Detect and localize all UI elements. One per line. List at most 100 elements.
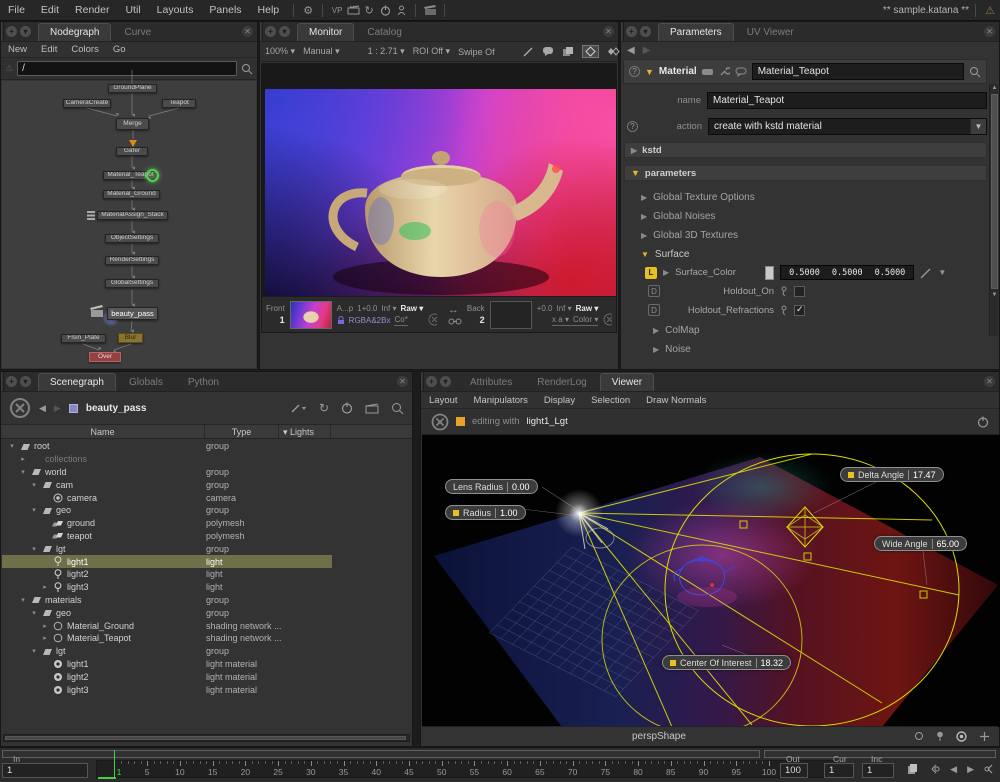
no-render-icon[interactable] <box>431 413 449 431</box>
scenegraph-row-geo[interactable]: ▾geogroup <box>2 504 411 517</box>
expand-arrow-icon[interactable]: ▾ <box>8 442 16 450</box>
dropdown-arrow-icon[interactable]: ▼ <box>938 268 946 277</box>
scenegraph-row-lgt[interactable]: ▾lgtgroup <box>2 645 411 658</box>
power-icon[interactable] <box>341 402 353 414</box>
hud-lens-radius[interactable]: Lens Radius0.00 <box>445 479 538 494</box>
scenegraph-row-light3[interactable]: light3light material <box>2 683 411 696</box>
param-group-global-texture-options[interactable]: ▶Global Texture Options <box>641 190 755 204</box>
hud-radius[interactable]: Radius1.00 <box>445 505 526 520</box>
plus-icon[interactable] <box>979 731 990 742</box>
expand-arrow-icon[interactable]: ▾ <box>30 609 38 617</box>
refresh-icon[interactable]: ↻ <box>319 401 329 415</box>
pen-icon[interactable] <box>523 46 534 57</box>
viewer-menu-manipulators[interactable]: Manipulators <box>466 395 536 406</box>
scrollbar-thumb[interactable] <box>991 94 998 289</box>
diamond-icon[interactable] <box>582 45 599 58</box>
scenegraph-row-light2[interactable]: light2light <box>2 568 411 581</box>
action-dropdown[interactable]: create with kstd material ▼ <box>708 118 987 135</box>
layers-icon[interactable] <box>562 46 574 57</box>
front-exposure[interactable]: 1+0.0 <box>357 304 377 313</box>
holdout-refractions-checkbox[interactable] <box>794 305 805 316</box>
pane-menu-icon[interactable]: ▾ <box>279 26 290 37</box>
node-objectsettings[interactable]: ObjectSettings <box>105 234 159 243</box>
slate-icon[interactable] <box>345 5 361 15</box>
column-type[interactable]: Type <box>205 425 279 438</box>
prev-key-icon[interactable] <box>928 763 940 775</box>
default-badge[interactable]: D <box>648 285 660 297</box>
expand-arrow-icon[interactable]: ▸ <box>41 622 49 630</box>
scrollbar[interactable]: ▲ ▼ <box>989 84 998 336</box>
node-flsin-plate[interactable]: Flsin_Plate <box>61 334 106 343</box>
material-header[interactable]: ? ▼ Material <box>623 59 987 84</box>
menu-file[interactable]: File <box>0 4 33 16</box>
comment-icon[interactable] <box>542 46 554 57</box>
node-cameracreate[interactable]: CameraCreate <box>63 99 111 108</box>
scroll-down-icon[interactable]: ▼ <box>990 292 999 298</box>
pane-grip[interactable] <box>621 22 624 41</box>
swipe-toggle[interactable]: Swipe Of <box>458 47 495 57</box>
aperture-icon[interactable] <box>956 731 967 742</box>
scenegraph-tab-python[interactable]: Python <box>176 373 231 391</box>
swap-icon[interactable]: ↔ <box>448 304 462 316</box>
back-arrow-icon[interactable]: ◀ <box>627 45 635 56</box>
back-exposure[interactable]: +0.0 <box>537 304 553 313</box>
power-icon[interactable] <box>377 5 393 16</box>
next-key-icon[interactable] <box>984 763 996 775</box>
clear-back-icon[interactable] <box>603 313 612 326</box>
scenegraph-row-material-ground[interactable]: ▸Material_Groundshading network ... <box>2 619 411 632</box>
in-field[interactable]: 1 <box>2 763 88 778</box>
viewer-tab-renderlog[interactable]: RenderLog <box>525 373 598 391</box>
node-materialassign-stack[interactable]: MaterialAssign_Stack <box>97 211 168 220</box>
node-globalsettings[interactable]: GlobalSettings <box>105 279 159 288</box>
pane-add-icon[interactable]: + <box>426 376 437 387</box>
horizontal-scrollbar[interactable] <box>3 734 410 742</box>
pane-add-icon[interactable]: + <box>265 26 276 37</box>
expand-arrow-icon[interactable]: ▾ <box>30 481 38 489</box>
monitor-tab-catalog[interactable]: Catalog <box>355 23 413 41</box>
name-input[interactable] <box>707 92 987 109</box>
expanded-arrow-icon[interactable]: ▼ <box>631 168 640 178</box>
close-icon[interactable]: ✕ <box>603 26 614 37</box>
viewport[interactable]: Lens Radius0.00Radius1.00Delta Angle17.4… <box>422 435 1000 727</box>
scenegraph-tab-scenegraph[interactable]: Scenegraph <box>38 373 116 391</box>
expand-arrow-icon[interactable]: ▸ <box>41 634 49 642</box>
scenegraph-row-root[interactable]: ▾rootgroup <box>2 440 411 453</box>
circle-icon[interactable] <box>914 731 924 741</box>
expand-arrow-icon[interactable]: ▼ <box>645 67 654 77</box>
color-values[interactable]: 0.5000 0.5000 0.5000 <box>780 265 914 280</box>
timeline-ruler[interactable]: 5101520253035404550556065707580859095100… <box>96 760 836 778</box>
menu-util[interactable]: Util <box>117 4 148 16</box>
clapper-icon[interactable] <box>422 5 438 16</box>
tag-icon[interactable] <box>702 68 714 76</box>
state-icon[interactable] <box>780 286 788 297</box>
update-mode-select[interactable]: Manual ▾ <box>303 46 340 57</box>
double-diamond-icon[interactable] <box>607 46 620 57</box>
front-range-select[interactable]: Inf ▾ <box>381 304 396 313</box>
monitor-view[interactable]: Front 1 A...p 1+0.0 Inf ▾ Raw ▾ RGBA&2Bx… <box>261 63 617 333</box>
parameters-tab-uv-viewer[interactable]: UV Viewer <box>735 23 806 41</box>
back-channel-select[interactable]: x a ▾ <box>552 315 569 324</box>
inc-field[interactable]: 1 <box>862 763 894 778</box>
next-frame-icon[interactable]: ▶ <box>967 764 974 775</box>
front-name[interactable]: A...p <box>337 304 353 313</box>
rendered-image[interactable] <box>265 89 616 331</box>
eyedropper-icon[interactable] <box>920 267 932 279</box>
collapsed-arrow-icon[interactable]: ▶ <box>663 268 669 277</box>
scenegraph-row-light1[interactable]: light1light <box>2 555 332 568</box>
pane-grip[interactable] <box>260 22 263 41</box>
scenegraph-row-collections[interactable]: ▸collections <box>2 453 411 466</box>
link-icon[interactable] <box>448 318 462 325</box>
scenegraph-row-cam[interactable]: ▾camgroup <box>2 478 411 491</box>
person-icon[interactable] <box>393 5 409 16</box>
expand-arrow-icon[interactable]: ▾ <box>19 468 27 476</box>
hud-wide-angle[interactable]: Wide Angle65.00 <box>874 536 967 551</box>
node-material-ground[interactable]: Material_Ground <box>103 190 160 199</box>
expand-arrow-icon[interactable]: ▸ <box>41 583 49 591</box>
node-name-input[interactable] <box>752 63 964 80</box>
expand-arrow-icon[interactable]: ▾ <box>30 545 38 553</box>
roi-select[interactable]: ROI Off ▾ <box>413 46 450 57</box>
scenegraph-row-light2[interactable]: light2light material <box>2 670 411 683</box>
gear-icon[interactable]: ⚙ <box>300 4 316 17</box>
scenegraph-row-ground[interactable]: groundpolymesh <box>2 517 411 530</box>
param-group-noise[interactable]: ▶Noise <box>653 342 691 356</box>
